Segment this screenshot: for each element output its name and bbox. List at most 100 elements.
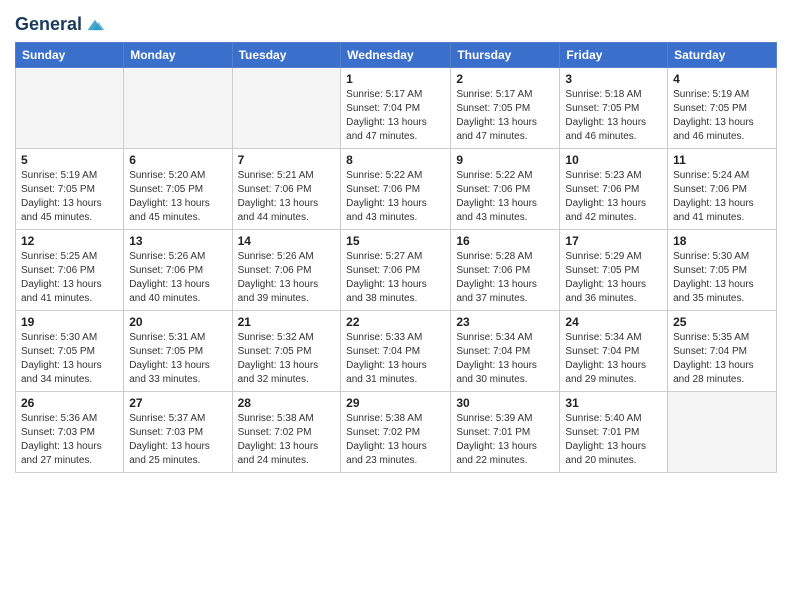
day-number: 14 <box>238 234 336 248</box>
day-info: Sunrise: 5:36 AMSunset: 7:03 PMDaylight:… <box>21 412 118 468</box>
day-info: Sunrise: 5:26 AMSunset: 7:06 PMDaylight:… <box>238 250 336 306</box>
day-info: Sunrise: 5:29 AMSunset: 7:05 PMDaylight:… <box>565 250 662 306</box>
header: General <box>15 10 777 36</box>
day-cell: 4Sunrise: 5:19 AMSunset: 7:05 PMDaylight… <box>668 68 777 149</box>
day-number: 2 <box>456 72 554 86</box>
week-row-2: 5 Sunrise: 5:19 AMSunset: 7:05 PMDaylight… <box>16 149 777 230</box>
day-number: 11 <box>673 153 771 167</box>
day-info: Sunrise: 5:34 AMSunset: 7:04 PMDaylight:… <box>565 331 662 387</box>
day-cell: 25 Sunrise: 5:35 AMSunset: 7:04 PMDayligh… <box>668 311 777 392</box>
day-number: 16 <box>456 234 554 248</box>
day-number: 20 <box>129 315 226 329</box>
logo-icon <box>84 14 106 36</box>
day-info: Sunrise: 5:35 AMSunset: 7:04 PMDaylight:… <box>673 331 771 387</box>
day-cell: 2 Sunrise: 5:17 AMSunset: 7:05 PMDaylight… <box>451 68 560 149</box>
week-row-5: 26 Sunrise: 5:36 AMSunset: 7:03 PMDayligh… <box>16 392 777 473</box>
day-number: 24 <box>565 315 662 329</box>
day-cell: 19 Sunrise: 5:30 AMSunset: 7:05 PMDayligh… <box>16 311 124 392</box>
logo-text: General <box>15 15 82 35</box>
day-cell: 1 Sunrise: 5:17 AMSunset: 7:04 PMDaylight… <box>341 68 451 149</box>
day-cell <box>668 392 777 473</box>
weekday-header-sunday: Sunday <box>16 43 124 68</box>
weekday-header-row: SundayMondayTuesdayWednesdayThursdayFrid… <box>16 43 777 68</box>
day-number: 13 <box>129 234 226 248</box>
day-info: Sunrise: 5:40 AMSunset: 7:01 PMDaylight:… <box>565 412 662 468</box>
day-cell: 11 Sunrise: 5:24 AMSunset: 7:06 PMDayligh… <box>668 149 777 230</box>
day-cell: 3 Sunrise: 5:18 AMSunset: 7:05 PMDaylight… <box>560 68 668 149</box>
day-cell: 13 Sunrise: 5:26 AMSunset: 7:06 PMDayligh… <box>124 230 232 311</box>
day-number: 17 <box>565 234 662 248</box>
day-number: 4 <box>673 72 771 86</box>
week-row-4: 19 Sunrise: 5:30 AMSunset: 7:05 PMDayligh… <box>16 311 777 392</box>
day-number: 3 <box>565 72 662 86</box>
day-cell: 23 Sunrise: 5:34 AMSunset: 7:04 PMDayligh… <box>451 311 560 392</box>
day-number: 21 <box>238 315 336 329</box>
day-number: 9 <box>456 153 554 167</box>
day-info: Sunrise: 5:21 AMSunset: 7:06 PMDaylight:… <box>238 169 336 225</box>
day-number: 30 <box>456 396 554 410</box>
day-number: 5 <box>21 153 118 167</box>
day-cell: 10 Sunrise: 5:23 AMSunset: 7:06 PMDayligh… <box>560 149 668 230</box>
day-info: Sunrise: 5:19 AMSunset: 7:05 PMDaylight:… <box>21 169 118 225</box>
day-number: 25 <box>673 315 771 329</box>
day-info: Sunrise: 5:33 AMSunset: 7:04 PMDaylight:… <box>346 331 445 387</box>
day-info: Sunrise: 5:37 AMSunset: 7:03 PMDaylight:… <box>129 412 226 468</box>
day-number: 6 <box>129 153 226 167</box>
day-cell: 28 Sunrise: 5:38 AMSunset: 7:02 PMDayligh… <box>232 392 341 473</box>
day-info: Sunrise: 5:17 AMSunset: 7:05 PMDaylight:… <box>456 88 554 144</box>
day-cell: 7Sunrise: 5:21 AMSunset: 7:06 PMDaylight… <box>232 149 341 230</box>
day-info: Sunrise: 5:26 AMSunset: 7:06 PMDaylight:… <box>129 250 226 306</box>
day-info: Sunrise: 5:34 AMSunset: 7:04 PMDaylight:… <box>456 331 554 387</box>
day-cell <box>232 68 341 149</box>
day-number: 12 <box>21 234 118 248</box>
day-cell: 14 Sunrise: 5:26 AMSunset: 7:06 PMDayligh… <box>232 230 341 311</box>
day-number: 29 <box>346 396 445 410</box>
weekday-header-saturday: Saturday <box>668 43 777 68</box>
day-cell <box>124 68 232 149</box>
day-number: 15 <box>346 234 445 248</box>
day-number: 26 <box>21 396 118 410</box>
day-cell: 17 Sunrise: 5:29 AMSunset: 7:05 PMDayligh… <box>560 230 668 311</box>
day-cell: 8 Sunrise: 5:22 AMSunset: 7:06 PMDaylight… <box>341 149 451 230</box>
day-cell: 29Sunrise: 5:38 AMSunset: 7:02 PMDayligh… <box>341 392 451 473</box>
day-number: 23 <box>456 315 554 329</box>
day-cell: 16Sunrise: 5:28 AMSunset: 7:06 PMDayligh… <box>451 230 560 311</box>
day-cell: 22 Sunrise: 5:33 AMSunset: 7:04 PMDayligh… <box>341 311 451 392</box>
day-info: Sunrise: 5:24 AMSunset: 7:06 PMDaylight:… <box>673 169 771 225</box>
day-info: Sunrise: 5:39 AMSunset: 7:01 PMDaylight:… <box>456 412 554 468</box>
day-cell <box>16 68 124 149</box>
day-cell: 20 Sunrise: 5:31 AMSunset: 7:05 PMDayligh… <box>124 311 232 392</box>
day-cell: 30 Sunrise: 5:39 AMSunset: 7:01 PMDayligh… <box>451 392 560 473</box>
day-info: Sunrise: 5:20 AMSunset: 7:05 PMDaylight:… <box>129 169 226 225</box>
day-cell: 12Sunrise: 5:25 AMSunset: 7:06 PMDayligh… <box>16 230 124 311</box>
day-number: 27 <box>129 396 226 410</box>
day-cell: 6 Sunrise: 5:20 AMSunset: 7:05 PMDaylight… <box>124 149 232 230</box>
weekday-header-friday: Friday <box>560 43 668 68</box>
day-number: 1 <box>346 72 445 86</box>
day-info: Sunrise: 5:22 AMSunset: 7:06 PMDaylight:… <box>456 169 554 225</box>
day-info: Sunrise: 5:38 AMSunset: 7:02 PMDaylight:… <box>238 412 336 468</box>
day-number: 28 <box>238 396 336 410</box>
day-cell: 31 Sunrise: 5:40 AMSunset: 7:01 PMDayligh… <box>560 392 668 473</box>
day-cell: 9 Sunrise: 5:22 AMSunset: 7:06 PMDaylight… <box>451 149 560 230</box>
day-info: Sunrise: 5:17 AMSunset: 7:04 PMDaylight:… <box>346 88 445 144</box>
day-info: Sunrise: 5:27 AMSunset: 7:06 PMDaylight:… <box>346 250 445 306</box>
day-info: Sunrise: 5:31 AMSunset: 7:05 PMDaylight:… <box>129 331 226 387</box>
day-number: 18 <box>673 234 771 248</box>
day-number: 22 <box>346 315 445 329</box>
day-info: Sunrise: 5:30 AMSunset: 7:05 PMDaylight:… <box>673 250 771 306</box>
weekday-header-wednesday: Wednesday <box>341 43 451 68</box>
day-info: Sunrise: 5:22 AMSunset: 7:06 PMDaylight:… <box>346 169 445 225</box>
day-info: Sunrise: 5:18 AMSunset: 7:05 PMDaylight:… <box>565 88 662 144</box>
day-number: 19 <box>21 315 118 329</box>
day-number: 8 <box>346 153 445 167</box>
week-row-1: 1 Sunrise: 5:17 AMSunset: 7:04 PMDaylight… <box>16 68 777 149</box>
day-info: Sunrise: 5:30 AMSunset: 7:05 PMDaylight:… <box>21 331 118 387</box>
day-cell: 5 Sunrise: 5:19 AMSunset: 7:05 PMDaylight… <box>16 149 124 230</box>
day-cell: 18 Sunrise: 5:30 AMSunset: 7:05 PMDayligh… <box>668 230 777 311</box>
day-cell: 21Sunrise: 5:32 AMSunset: 7:05 PMDayligh… <box>232 311 341 392</box>
day-info: Sunrise: 5:23 AMSunset: 7:06 PMDaylight:… <box>565 169 662 225</box>
day-number: 10 <box>565 153 662 167</box>
day-number: 31 <box>565 396 662 410</box>
day-cell: 24 Sunrise: 5:34 AMSunset: 7:04 PMDayligh… <box>560 311 668 392</box>
